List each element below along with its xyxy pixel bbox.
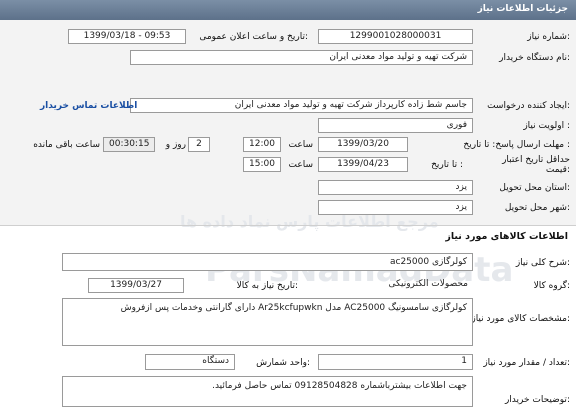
buyer-label: نام دستگاه خریدار: — [499, 53, 570, 63]
unit-field: دستگاه — [145, 354, 235, 370]
buyer-field: شرکت تهیه و تولید مواد معدنی ایران — [130, 50, 473, 65]
deadline-label: مهلت ارسال پاسخ: تا تاریخ : — [463, 140, 570, 150]
validity-to-label: تا تاریخ : — [431, 160, 463, 170]
general-description-label: شرح کلی نیاز: — [515, 258, 570, 268]
remaining-time-label: ساعت باقی مانده — [33, 140, 100, 150]
deadline-date-field: 1399/03/20 — [318, 137, 408, 152]
remaining-days-label: روز و — [165, 140, 186, 150]
province-field: یزد — [318, 180, 473, 195]
announce-date-field: 1399/03/18 - 09:53 — [68, 29, 186, 44]
buyer-contact-link[interactable]: اطلاعات تماس خریدار — [40, 101, 137, 111]
goods-group-field: محصولات الکترونیکی — [388, 279, 468, 289]
goods-group-label: گروه کالا: — [533, 281, 570, 291]
validity-label-line1: حداقل تاریخ اعتبار — [502, 155, 570, 165]
general-description-field: کولرگازی ac25000 — [62, 253, 473, 271]
window-title: جزئیات اطلاعات نیاز — [477, 4, 568, 14]
need-date-label: تاریخ نیاز به کالا: — [236, 281, 298, 291]
deadline-time-label: ساعت — [288, 140, 314, 150]
city-field: یزد — [318, 200, 473, 215]
validity-time-label: ساعت — [288, 160, 314, 170]
need-date-field: 1399/03/27 — [88, 278, 184, 293]
buyer-notes-label: توضیحات خریدار: — [504, 395, 570, 405]
deadline-time-field: 12:00 — [243, 137, 281, 152]
priority-field: فوری — [318, 118, 473, 133]
specs-textarea: کولرگازی سامسونیگ AC25000 مدل Ar25kcfupw… — [62, 298, 473, 346]
remaining-time-field: 00:30:15 — [103, 137, 155, 152]
priority-label: اولویت نیاز : — [523, 121, 570, 131]
need-number-field: 1299001028000031 — [318, 29, 473, 44]
creator-label: ایجاد کننده درخواست: — [487, 101, 570, 111]
remaining-days-field: 2 — [188, 137, 210, 152]
quantity-field: 1 — [318, 354, 473, 370]
validity-date-field: 1399/04/23 — [318, 157, 408, 172]
province-label: استان محل تحویل: — [499, 183, 570, 193]
need-number-label: شماره نیاز: — [527, 32, 570, 42]
creator-field: جاسم شط زاده کارپرداز شرکت تهیه و تولید … — [130, 98, 473, 113]
city-label: شهر محل تحویل: — [504, 203, 570, 213]
validity-label-line2: قیمت: — [545, 165, 570, 175]
announce-date-label: تاریخ و ساعت اعلان عمومی: — [199, 32, 308, 42]
window-titlebar: جزئیات اطلاعات نیاز — [0, 0, 576, 20]
goods-section-title: اطلاعات کالاهای مورد نیاز — [445, 231, 568, 242]
buyer-notes-textarea: جهت اطلاعات بیشترباشماره 09128504828 تما… — [62, 376, 473, 407]
validity-time-field: 15:00 — [243, 157, 281, 172]
unit-label: واحد شمارش: — [256, 358, 310, 368]
section-divider — [0, 225, 576, 226]
